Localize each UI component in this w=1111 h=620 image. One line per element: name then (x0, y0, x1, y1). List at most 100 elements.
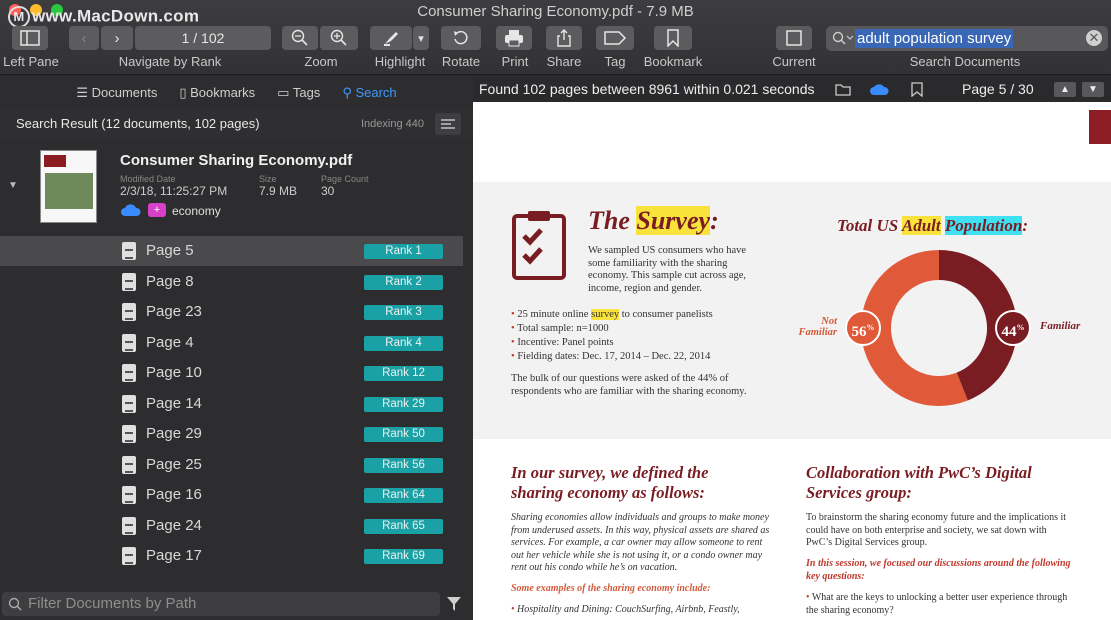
rank-badge: Rank 12 (364, 366, 443, 381)
question-item: • What are the keys to unlocking a bette… (806, 592, 1071, 617)
survey-heading-highlight: Survey (636, 206, 711, 235)
previous-match-button[interactable]: ▲ (1054, 82, 1076, 97)
page-result-row[interactable]: Page 14 Rank 29 (0, 389, 463, 419)
defined-text: Sharing economies allow individuals and … (511, 512, 770, 573)
next-rank-button[interactable]: › (101, 26, 133, 50)
page-result-row[interactable]: Page 4 Rank 4 (0, 328, 463, 358)
previous-rank-button[interactable]: ‹ (69, 26, 99, 50)
rank-badge: Rank 3 (364, 305, 443, 320)
clear-search-icon[interactable]: ✕ (1086, 30, 1102, 46)
filter-funnel-icon[interactable] (446, 596, 462, 612)
tag-badge-icon: + (148, 203, 166, 217)
page-result-row[interactable]: Page 8 Rank 2 (0, 267, 463, 297)
bullet-text: 25 minute online (517, 309, 592, 320)
find-summary: Found 102 pages between 8961 within 0.02… (479, 81, 815, 97)
chevron-down-icon: ▾ (418, 32, 424, 45)
page-document-icon (122, 394, 136, 413)
page-count: 30 (321, 184, 335, 198)
current-button[interactable] (776, 26, 812, 50)
document-thumbnail (40, 150, 97, 223)
question-text: What are the keys to unlocking a better … (806, 592, 1068, 616)
tab-documents-label: Documents (91, 85, 158, 100)
bookmark-icon[interactable] (911, 82, 923, 97)
highlight-button[interactable] (370, 26, 412, 50)
page-result-row[interactable]: Page 17 Rank 69 (0, 541, 463, 571)
navigate-label: Navigate by Rank (118, 54, 222, 69)
search-icon (8, 597, 22, 611)
bullet-total-sample: • Total sample: n=1000 (511, 322, 713, 336)
page-result-row[interactable]: Page 25 Rank 56 (0, 450, 463, 480)
page-number-field[interactable]: 1 / 102 (135, 26, 271, 50)
zoom-out-icon (291, 29, 308, 46)
collaboration-text: To brainstorm the sharing economy future… (806, 512, 1067, 548)
left-pane-button[interactable] (12, 26, 48, 50)
tab-tags[interactable]: ▭ Tags (277, 85, 320, 101)
familiar-badge: 44% (995, 310, 1031, 346)
donut-slice-not-familiar (861, 250, 968, 406)
not-familiar-label-line2: Familiar (798, 327, 837, 338)
icloud-icon[interactable] (869, 83, 889, 96)
rank-badge: Rank 29 (364, 396, 443, 412)
page-document-icon (122, 303, 136, 321)
page-document-icon (122, 333, 136, 352)
page-result-label: Page 4 (146, 333, 194, 351)
bookmark-button[interactable] (654, 26, 692, 50)
page-result-row[interactable]: Page 29 Rank 50 (0, 419, 463, 449)
page-result-row[interactable]: Page 23 Rank 3 (0, 297, 463, 327)
not-familiar-label: Not Familiar (791, 316, 837, 338)
percent-sign: % (866, 323, 875, 332)
disclosure-triangle-icon[interactable]: ▼ (8, 180, 18, 191)
next-match-button[interactable]: ▼ (1082, 82, 1104, 97)
search-result-title: Search Result (12 documents, 102 pages) (16, 116, 260, 131)
rotate-icon (454, 30, 468, 45)
population-title-highlight-population: Population (944, 216, 1023, 235)
document-tag[interactable]: economy (172, 204, 221, 218)
filter-path-input[interactable]: Filter Documents by Path (2, 592, 440, 616)
search-icon: ⚲ (342, 85, 356, 100)
chevron-left-icon: ‹ (81, 29, 87, 47)
session-text: In this session, we focused our discussi… (806, 558, 1071, 582)
search-field[interactable]: adult population survey ✕ (826, 26, 1108, 51)
document-result[interactable]: ▼ Consumer Sharing Economy.pdf Modified … (0, 140, 473, 236)
page-result-row[interactable]: Page 24 Rank 65 (0, 511, 463, 541)
print-label: Print (501, 54, 529, 69)
rank-badge: Rank 69 (364, 549, 443, 564)
examples-heading: Some examples of the sharing economy inc… (511, 583, 711, 594)
page-result-row[interactable]: Page 5 Rank 1 (0, 236, 463, 266)
rotate-button[interactable] (441, 26, 481, 50)
survey-bulk-note: The bulk of our questions were asked of … (511, 373, 747, 397)
page-result-row[interactable]: Page 16 Rank 64 (0, 480, 463, 510)
familiar-label: Familiar (1040, 320, 1081, 332)
highlighter-icon (384, 32, 398, 46)
population-title: Total US Adult Population: (837, 216, 1028, 236)
tab-bookmarks[interactable]: ▯ Bookmarks (179, 85, 255, 101)
zoom-in-button[interactable] (320, 26, 358, 50)
page-result-row[interactable]: Page 10 Rank 12 (0, 358, 463, 388)
search-input[interactable]: adult population survey (855, 29, 1014, 48)
rank-badge: Rank 64 (364, 488, 443, 503)
folder-icon[interactable] (835, 83, 851, 96)
tab-documents[interactable]: ☰ Documents (76, 85, 157, 101)
familiar-percent: 44 (1001, 324, 1017, 340)
tab-search[interactable]: ⚲ Search (342, 85, 396, 101)
print-button[interactable] (496, 26, 532, 50)
highlight-options-button[interactable]: ▾ (413, 26, 429, 50)
tab-search-label: Search (355, 85, 397, 100)
tag-button[interactable] (596, 26, 634, 50)
bullet-text: Fielding dates: Dec. 17, 2014 – Dec. 22,… (517, 351, 711, 362)
page-result-label: Page 17 (146, 547, 202, 564)
rank-badge: Rank 65 (364, 518, 443, 534)
page-document-icon (122, 486, 136, 504)
current-label: Current (772, 54, 816, 69)
page-result-label: Page 29 (146, 425, 202, 442)
sort-button[interactable] (435, 113, 461, 135)
left-pane-label: Left Pane (3, 54, 59, 69)
bullet-text: to consumer panelists (619, 309, 713, 320)
zoom-out-button[interactable] (282, 26, 318, 50)
share-button[interactable] (546, 26, 582, 50)
rank-badge: Rank 2 (364, 274, 443, 290)
page-document-icon (122, 547, 136, 565)
search-icon (832, 31, 854, 45)
thumbnail-title-block (44, 155, 66, 167)
chevron-right-icon: › (114, 29, 120, 47)
